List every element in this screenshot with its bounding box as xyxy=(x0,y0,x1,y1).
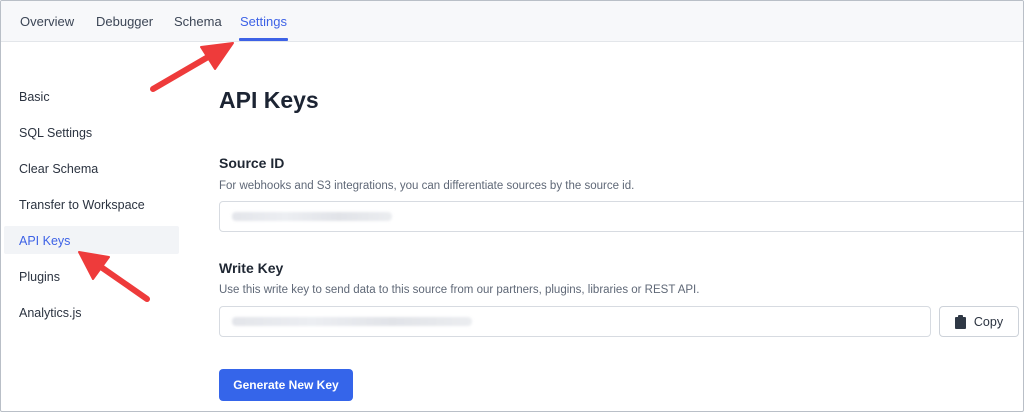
write-key-label: Write Key xyxy=(219,260,284,276)
arrow-to-settings-icon xyxy=(150,42,234,92)
source-id-description: For webhooks and S3 integrations, you ca… xyxy=(219,180,635,192)
app-window: Overview Debugger Schema Settings Basic … xyxy=(0,0,1024,412)
sidebar-item-transfer-to-workspace[interactable]: Transfer to Workspace xyxy=(19,198,145,212)
clipboard-icon xyxy=(954,314,966,329)
copy-button[interactable]: Copy xyxy=(939,306,1019,337)
sidebar-item-api-keys[interactable]: API Keys xyxy=(19,234,70,248)
source-id-label: Source ID xyxy=(219,155,285,171)
tab-overview[interactable]: Overview xyxy=(20,14,74,29)
tab-settings[interactable]: Settings xyxy=(240,14,287,29)
source-id-field[interactable] xyxy=(219,201,1023,232)
arrow-to-api-keys-icon xyxy=(78,251,150,302)
sidebar-item-sql-settings[interactable]: SQL Settings xyxy=(19,126,92,140)
copy-button-label: Copy xyxy=(973,314,1004,329)
tab-schema[interactable]: Schema xyxy=(174,14,222,29)
top-tab-bar: Overview Debugger Schema Settings xyxy=(1,1,1023,42)
source-id-value-redacted xyxy=(232,212,392,221)
write-key-field[interactable] xyxy=(219,306,931,337)
sidebar-item-analytics-js[interactable]: Analytics.js xyxy=(19,306,82,320)
write-key-value-redacted xyxy=(232,317,472,326)
sidebar-item-clear-schema[interactable]: Clear Schema xyxy=(19,162,98,176)
page-title: API Keys xyxy=(219,87,319,113)
tab-debugger[interactable]: Debugger xyxy=(96,14,153,29)
active-tab-indicator xyxy=(239,38,288,41)
write-key-description: Use this write key to send data to this … xyxy=(219,284,700,296)
sidebar-item-plugins[interactable]: Plugins xyxy=(19,270,60,284)
generate-new-key-button[interactable]: Generate New Key xyxy=(219,369,353,401)
sidebar-item-basic[interactable]: Basic xyxy=(19,90,50,104)
